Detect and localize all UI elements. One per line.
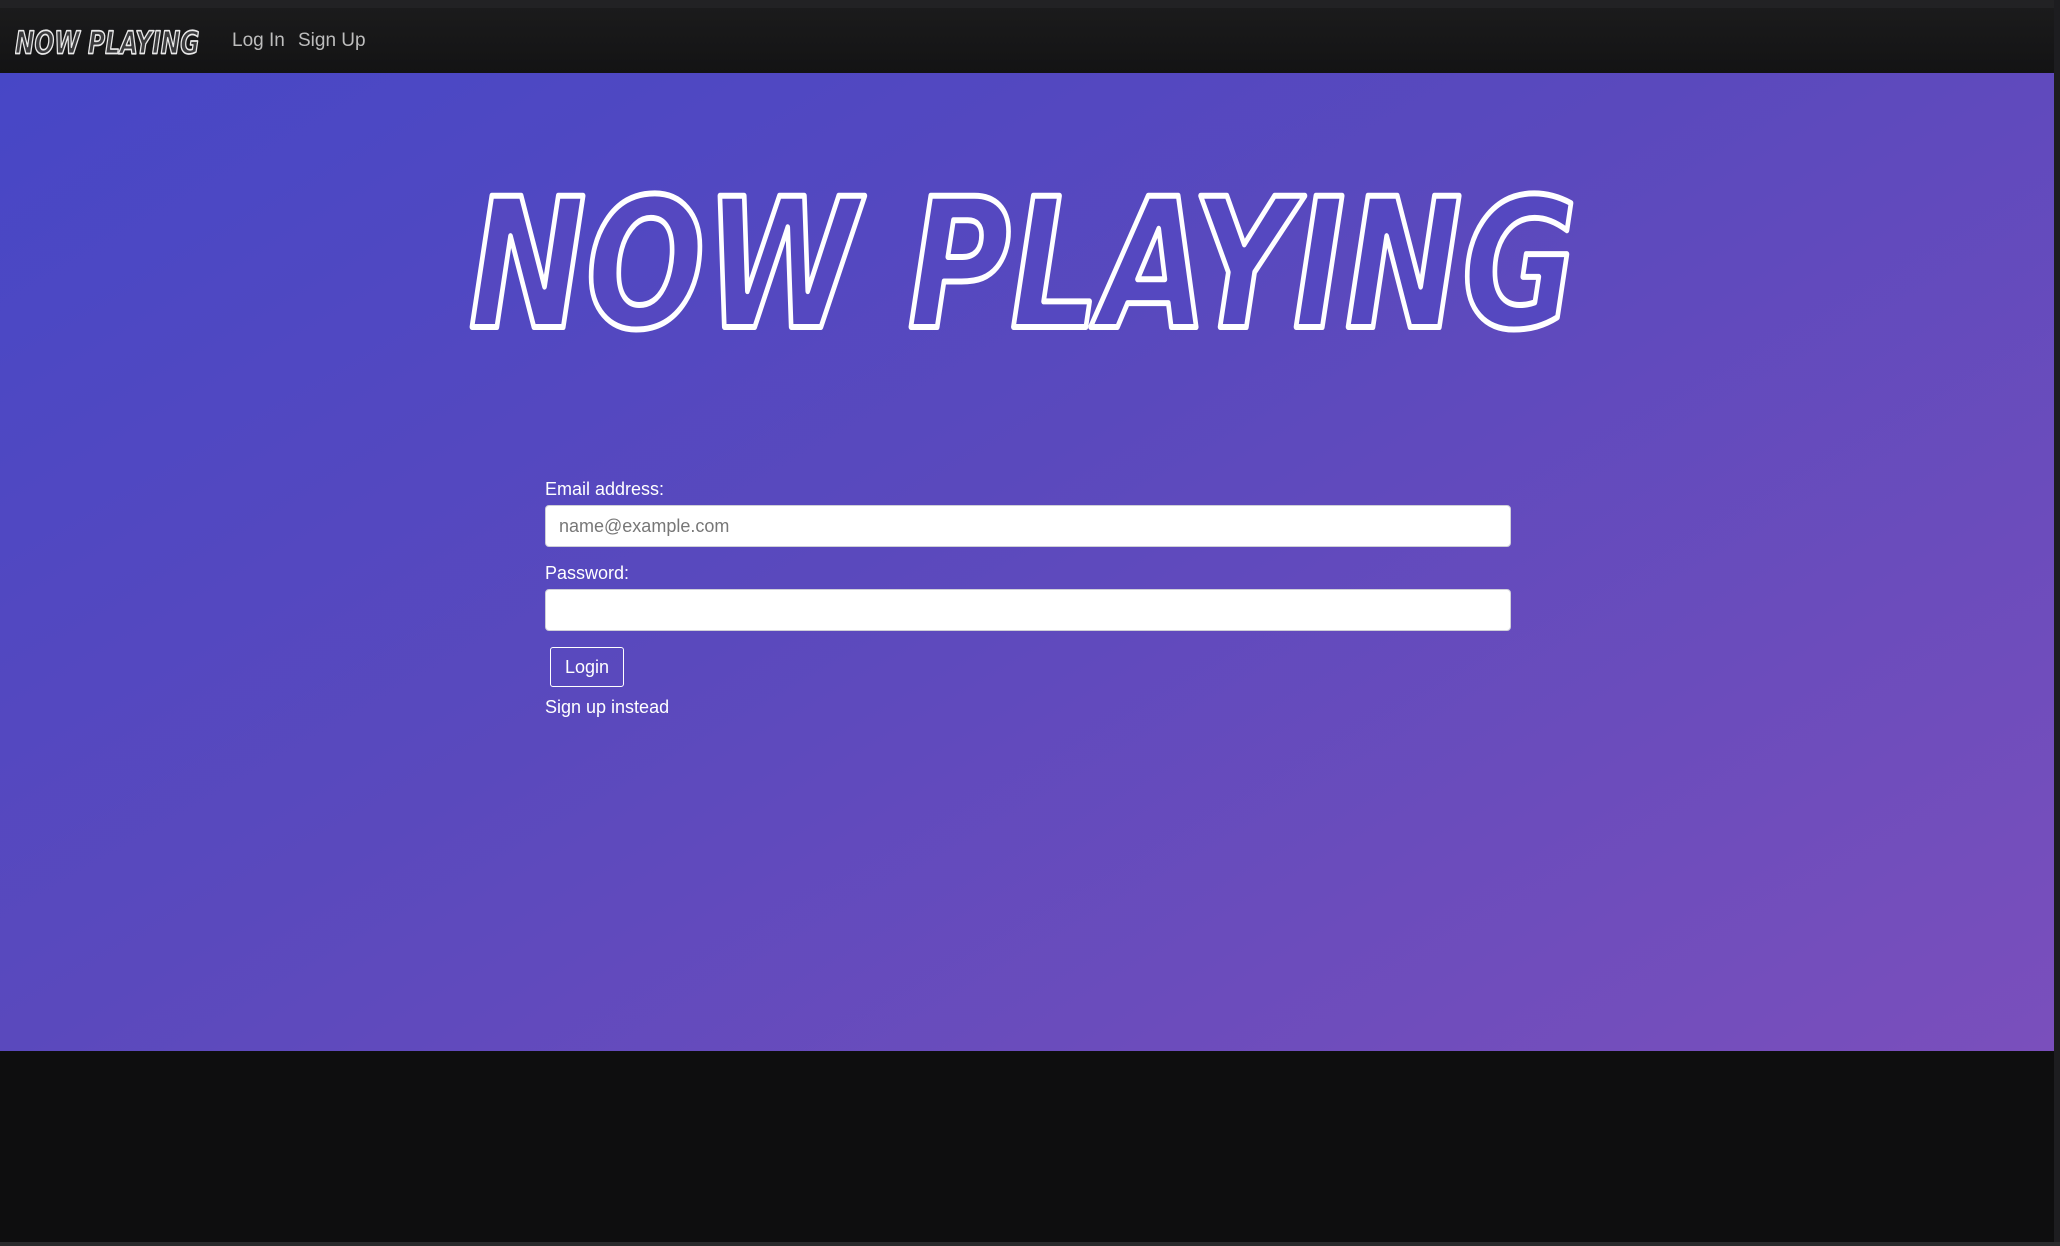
hero-logo-text: NOW PLAYING	[469, 161, 1577, 359]
brand-logo-text: NOW PLAYING	[15, 26, 199, 62]
password-input[interactable]	[545, 589, 1511, 631]
email-input[interactable]	[545, 505, 1511, 547]
email-label: Email address:	[545, 479, 665, 499]
window-bottom-edge	[0, 1242, 2060, 1246]
login-button[interactable]: Login	[550, 647, 625, 687]
nav-signup-link[interactable]: Sign Up	[298, 8, 366, 73]
hero-section: NOW PLAYING Email address: Password: Log…	[0, 73, 2054, 1051]
window-right-edge	[2054, 0, 2060, 1246]
navbar: NOW PLAYING Log In Sign Up	[0, 8, 2054, 73]
nav-login-link[interactable]: Log In	[232, 8, 285, 73]
brand-logo[interactable]: NOW PLAYING	[15, 21, 201, 63]
password-label: Password:	[545, 563, 630, 583]
login-form: Email address: Password: Login Sign up i…	[545, 473, 1511, 718]
hero-logo: NOW PLAYING	[466, 159, 1580, 359]
window-top-strip	[0, 0, 2060, 8]
signup-instead-link[interactable]: Sign up instead	[545, 697, 1511, 718]
